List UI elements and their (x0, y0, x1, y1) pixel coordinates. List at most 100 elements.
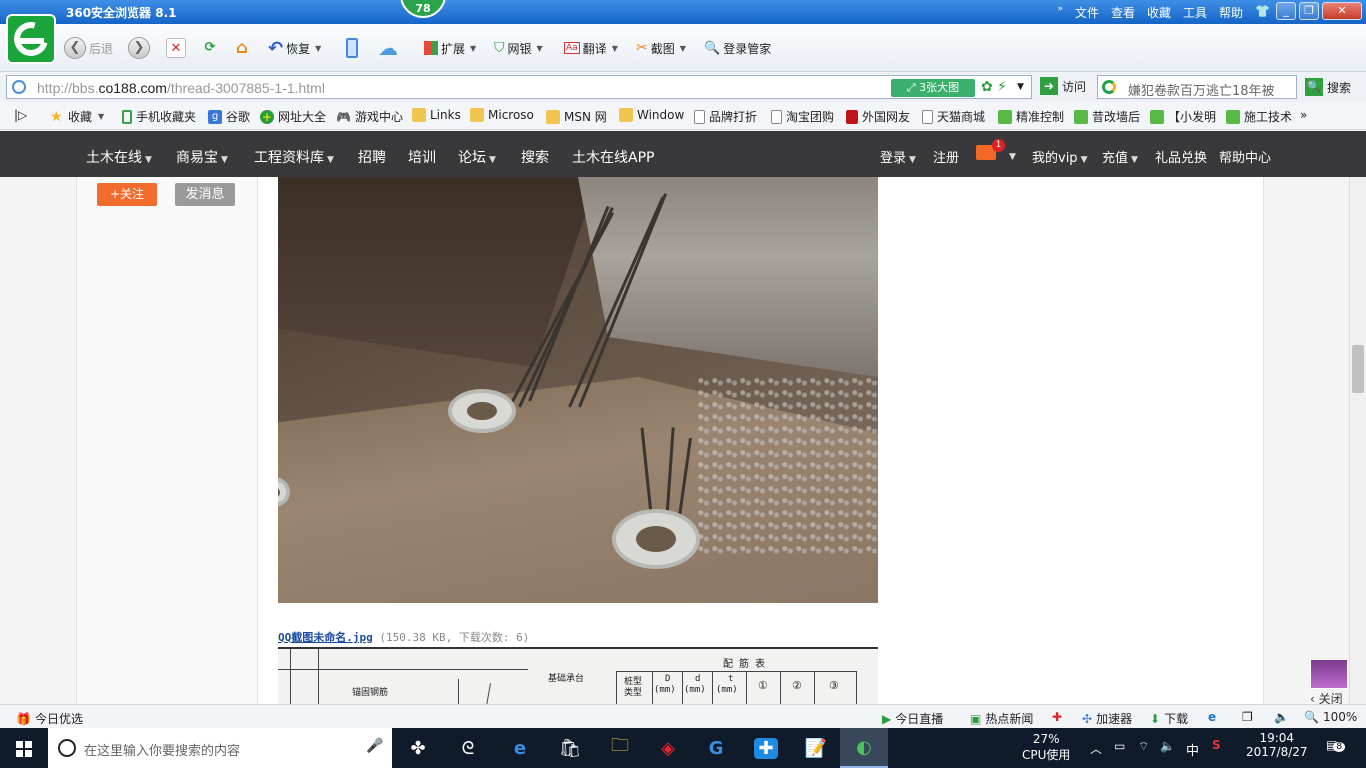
ie-icon[interactable]: e (1208, 710, 1216, 724)
nav-forum[interactable]: 论坛 ▼ (458, 147, 496, 167)
cloud-button[interactable]: ☁ (378, 36, 398, 60)
nav-training[interactable]: 培训 (408, 147, 436, 167)
scrollbar-thumb[interactable] (1352, 345, 1364, 393)
menu-file[interactable]: 文件 (1075, 4, 1099, 21)
menu-tools[interactable]: 工具 (1183, 4, 1207, 21)
search-button[interactable]: 🔍 搜索 (1305, 78, 1351, 96)
minimize-button[interactable]: _ (1276, 2, 1296, 20)
dropdown-icon[interactable]: ▼ (1017, 82, 1024, 92)
refresh-button[interactable]: ⟳ (200, 36, 220, 60)
wifi-icon[interactable]: ⌔ (1138, 739, 1149, 754)
nav-shangyibao[interactable]: 商易宝 ▼ (176, 147, 228, 167)
bookmark-brand-sale[interactable]: 品牌打折 (694, 108, 757, 125)
ime-indicator[interactable]: 中 (1186, 740, 1199, 759)
plus-app-icon[interactable]: ✚ (742, 728, 790, 768)
explorer-folder-icon[interactable]: 🗀 (596, 728, 644, 768)
accelerator[interactable]: ✣ 加速器 (1082, 710, 1132, 727)
notification-icon[interactable]: ▤8 (1326, 738, 1346, 752)
today-live[interactable]: ▶ 今日直播 (882, 710, 943, 727)
notes-icon[interactable]: 📝 (792, 728, 840, 768)
big-image-button[interactable]: ⤢ 3张大图 (891, 79, 975, 97)
bookmark-links[interactable]: Links (412, 108, 461, 122)
lightning-icon[interactable]: ⚡ (997, 79, 1007, 95)
nav-app[interactable]: 土木在线APP (572, 147, 654, 167)
close-button[interactable]: ✕ (1322, 2, 1362, 20)
swirl-app-icon[interactable]: ᘓ (444, 728, 492, 768)
bookmark-games[interactable]: 🎮 游戏中心 (336, 108, 403, 125)
battery-icon[interactable]: ▭ (1114, 739, 1125, 753)
aid-icon[interactable]: ✚ (1052, 710, 1062, 724)
menu-help[interactable]: 帮助 (1219, 4, 1243, 21)
bookmark-wall[interactable]: 昔改墙后 (1074, 108, 1140, 125)
start-button[interactable] (0, 728, 48, 768)
bookmark-tmall[interactable]: 天猫商城 (922, 108, 985, 125)
bookmark-precise[interactable]: 精准控制 (998, 108, 1064, 125)
restore-button[interactable]: ❐ (1299, 2, 1319, 20)
browser-g-icon[interactable]: G (692, 728, 740, 768)
volume-icon[interactable]: 🔈 (1274, 710, 1289, 724)
taskview-icon[interactable]: ✤ (394, 728, 442, 768)
store-icon[interactable]: 🛍 (546, 728, 594, 768)
nav-recharge[interactable]: 充值 ▼ (1102, 147, 1138, 166)
nav-library[interactable]: 工程资料库 ▼ (254, 147, 334, 167)
address-bar[interactable]: http://bbs.co188.com/thread-3007885-1-1.… (6, 75, 1032, 99)
search-input[interactable]: 嫌犯卷款百万逃亡18年被 (1097, 75, 1297, 99)
extend-button[interactable]: 扩展 ▼ (424, 36, 476, 60)
more-bookmarks-icon[interactable]: » (1300, 108, 1307, 122)
sidebar-toggle-icon[interactable]: |▷ (14, 108, 27, 122)
bookmark-taobao[interactable]: 淘宝团购 (771, 108, 834, 125)
home-button[interactable]: ⌂ (232, 36, 252, 60)
shirt-icon[interactable]: 👕 (1255, 4, 1270, 21)
nav-jobs[interactable]: 招聘 (358, 147, 386, 167)
windows-icon[interactable]: ❐ (1242, 710, 1253, 724)
bank-button[interactable]: ⛉ 网银 ▼ (494, 36, 543, 60)
refresh-green-icon[interactable]: ✿ (981, 79, 993, 95)
mail-caret-icon[interactable]: ▼ (1006, 147, 1016, 163)
nav-search[interactable]: 搜索 (521, 147, 549, 167)
app-red-icon[interactable]: ◈ (644, 728, 692, 768)
attachment-link[interactable]: QQ截图未命名.jpg (278, 631, 373, 644)
back-button[interactable]: ❮ 后退 (64, 36, 113, 60)
bookmark-invention[interactable]: 【小发明 (1150, 108, 1216, 125)
360-browser-taskbar-icon[interactable]: ◐ (840, 728, 888, 768)
stop-button[interactable]: ✕ (166, 36, 186, 60)
taskbar-search-input[interactable]: 在这里输入你要搜索的内容 🎤 (48, 728, 392, 768)
post-photo-construction-site[interactable] (278, 177, 878, 603)
floating-ad-thumb[interactable] (1310, 659, 1348, 689)
cpu-usage[interactable]: 27% CPU使用 (1022, 732, 1070, 763)
nav-register[interactable]: 注册 (933, 147, 959, 166)
phone-button[interactable] (346, 36, 358, 60)
browser-logo-icon[interactable] (6, 14, 56, 64)
restore-tab-button[interactable]: ↶ 恢复 ▼ (268, 36, 321, 60)
page-scrollbar[interactable] (1349, 177, 1366, 704)
follow-button[interactable]: +关注 (97, 183, 157, 206)
bookmark-google[interactable]: g 谷歌 (208, 108, 250, 125)
screenshot-button[interactable]: ✂ 截图 ▼ (636, 36, 686, 60)
sogou-icon[interactable]: S (1212, 738, 1221, 752)
nav-myvip[interactable]: 我的vip ▼ (1032, 147, 1087, 166)
microphone-icon[interactable]: 🎤 (366, 738, 383, 754)
forward-button[interactable]: ❯ (128, 36, 150, 60)
bookmark-foreign[interactable]: 外国网友 (846, 108, 910, 125)
bookmark-construction[interactable]: 施工技术 (1226, 108, 1292, 125)
today-picks[interactable]: 🎁 今日优选 (16, 710, 83, 727)
clock[interactable]: 19:04 2017/8/27 (1246, 731, 1308, 759)
bookmark-microsoft[interactable]: Microso (470, 108, 534, 122)
tray-expand-icon[interactable]: ︿ (1090, 740, 1102, 757)
nav-login[interactable]: 登录 ▼ (880, 147, 916, 166)
speaker-icon[interactable]: 🔈 (1160, 739, 1175, 753)
nav-help[interactable]: 帮助中心 (1219, 147, 1271, 166)
attachment-drawing[interactable]: 锚固钢筋 基础承台 配 筋 表 桩型 类型 D (mm) d (mm) t (m… (278, 647, 878, 704)
visit-button[interactable]: ➜ 访问 (1040, 77, 1086, 95)
downloads[interactable]: ⬇ 下载 (1150, 710, 1188, 727)
send-message-button[interactable]: 发消息 (175, 183, 235, 206)
bookmark-favorites[interactable]: ★ 收藏 ▼ (50, 108, 104, 125)
bookmark-mobile[interactable]: 手机收藏夹 (122, 108, 196, 125)
menu-view[interactable]: 查看 (1111, 4, 1135, 21)
menu-skin-icon[interactable]: » (1057, 4, 1063, 21)
bookmark-hao[interactable]: + 网址大全 (260, 108, 326, 125)
score-badge[interactable]: 78 (400, 0, 446, 18)
menu-favorites[interactable]: 收藏 (1147, 4, 1171, 21)
edge-icon[interactable]: e (496, 728, 544, 768)
bookmark-windows[interactable]: Window (619, 108, 684, 122)
